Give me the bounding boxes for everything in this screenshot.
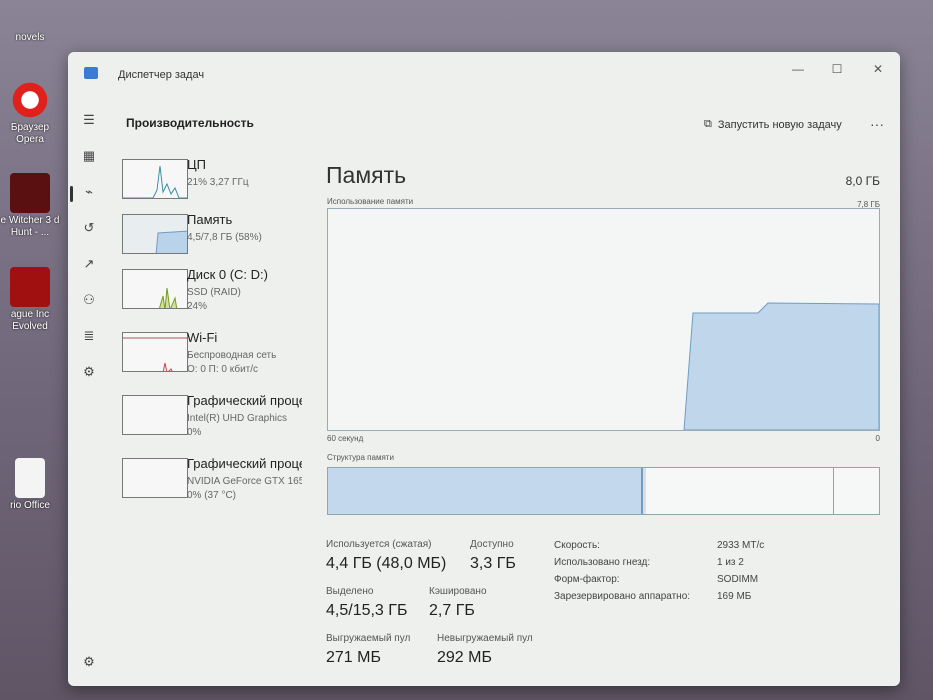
nonpaged-pool-label: Невыгружаемый пул <box>437 633 533 644</box>
gpu0-thumbnail <box>122 395 188 435</box>
prop-key: Зарезервировано аппаратно: <box>554 591 691 602</box>
close-button[interactable]: ✕ <box>866 62 890 76</box>
available-value: 3,3 ГБ <box>470 555 516 572</box>
prop-key: Форм-фактор: <box>554 574 620 585</box>
desktop-icon-label: Браузер Opera <box>10 122 50 145</box>
x-axis-right: 0 <box>875 434 880 443</box>
item-sub: 0% <box>187 427 202 438</box>
services-icon[interactable]: ⚙ <box>80 364 98 380</box>
startup-icon[interactable]: ↗ <box>80 256 98 272</box>
available-label: Доступно <box>470 539 514 550</box>
witcher-icon <box>10 173 50 213</box>
committed-label: Выделено <box>326 586 374 597</box>
wifi-thumbnail <box>122 332 188 372</box>
selection-indicator <box>70 186 73 202</box>
memory-usage-graph <box>327 208 880 431</box>
sidebar-item-wifi[interactable]: Wi-Fi Беспроводная сеть О: 0 П: 0 кбит/с <box>122 330 312 382</box>
item-sub: NVIDIA GeForce GTX 1650 <box>187 476 302 487</box>
hamburger-icon[interactable]: ☰ <box>80 112 98 128</box>
sidebar-item-cpu[interactable]: ЦП 21% 3,27 ГГц <box>122 157 312 209</box>
desktop-icon-opera[interactable]: Браузер Opera <box>0 80 60 146</box>
usage-label: Использование памяти <box>327 197 414 206</box>
desktop-icon-label: rio Office <box>10 500 50 511</box>
details-icon[interactable]: ≣ <box>80 328 98 344</box>
section-title: Производительность <box>126 116 254 130</box>
total-memory: 8,0 ГБ <box>845 174 880 188</box>
page-title: Память <box>326 162 407 188</box>
paged-pool-value: 271 МБ <box>326 649 381 666</box>
desktop-icon-label: novels <box>15 32 45 43</box>
sidebar-item-gpu0[interactable]: Графический процессор 0 Intel(R) UHD Gra… <box>122 393 312 445</box>
app-icon <box>84 67 98 79</box>
file-icon <box>15 458 45 498</box>
prop-value: SODIMM <box>717 574 759 585</box>
prop-value: 1 из 2 <box>717 557 744 568</box>
cached-value: 2,7 ГБ <box>429 602 475 619</box>
users-icon[interactable]: ⚇ <box>80 292 98 308</box>
cpu-thumbnail <box>122 159 188 199</box>
memory-structure-bar <box>327 467 880 515</box>
structure-label: Структура памяти <box>327 453 394 462</box>
maximize-button[interactable]: ☐ <box>825 62 849 76</box>
minimize-button[interactable]: — <box>786 62 810 76</box>
usage-series <box>683 302 880 431</box>
desktop-icon-office[interactable]: rio Office <box>0 458 60 512</box>
desktop-icon-label: e Witcher 3 d Hunt - ... <box>0 215 60 238</box>
item-name: Wi-Fi <box>187 330 218 345</box>
prop-value: 2933 МТ/с <box>717 540 765 551</box>
run-task-label: Запустить новую задачу <box>717 118 842 131</box>
prop-key: Использовано гнезд: <box>554 557 651 568</box>
item-sub: 4,5/7,8 ГБ (58%) <box>187 232 262 243</box>
opera-icon <box>10 80 50 120</box>
processes-icon[interactable]: ▦ <box>80 148 98 164</box>
x-axis-left: 60 секунд <box>327 434 364 443</box>
task-manager-window: Диспетчер задач — ☐ ✕ ☰ ▦ ⌁ ↺ ↗ ⚇ ≣ ⚙ ⚙ … <box>68 52 900 686</box>
performance-icon[interactable]: ⌁ <box>80 184 98 200</box>
prop-key: Скорость: <box>554 540 600 551</box>
item-sub: 24% <box>187 301 208 312</box>
plague-icon <box>10 267 50 307</box>
free-segment <box>834 468 879 514</box>
window-title: Диспетчер задач <box>118 69 205 81</box>
in-use-segment <box>328 468 643 514</box>
item-sub: Intel(R) UHD Graphics <box>187 413 288 424</box>
sidebar-item-gpu1[interactable]: Графический процессор 1 NVIDIA GeForce G… <box>122 456 312 508</box>
item-name: Графический процессор 1 <box>187 456 302 471</box>
item-name: Память <box>187 212 233 227</box>
settings-icon[interactable]: ⚙ <box>80 654 98 670</box>
in-use-value: 4,4 ГБ (48,0 МБ) <box>326 555 447 572</box>
gpu1-thumbnail <box>122 458 188 498</box>
desktop-icon-witcher[interactable]: e Witcher 3 d Hunt - ... <box>0 173 60 239</box>
memory-thumbnail <box>122 214 188 254</box>
in-use-label: Используется (сжатая) <box>326 539 432 550</box>
sidebar-item-disk[interactable]: Диск 0 (C: D:) SSD (RAID) 24% <box>122 267 312 319</box>
item-sub: О: 0 П: 0 кбит/с <box>187 364 259 375</box>
item-sub: 21% 3,27 ГГц <box>187 177 249 188</box>
item-sub: SSD (RAID) <box>187 287 241 298</box>
desktop-icon-label: ague Inc Evolved <box>10 309 50 332</box>
history-icon[interactable]: ↺ <box>80 220 98 236</box>
cached-label: Кэшировано <box>429 586 487 597</box>
committed-value: 4,5/15,3 ГБ <box>326 602 408 619</box>
desktop-icon-plague[interactable]: ague Inc Evolved <box>0 267 60 333</box>
run-new-task-button[interactable]: ⧉ Запустить новую задачу <box>704 118 842 131</box>
paged-pool-label: Выгружаемый пул <box>326 633 411 644</box>
more-button[interactable]: ··· <box>870 116 884 132</box>
item-name: Графический процессор 0 <box>187 393 302 408</box>
nonpaged-pool-value: 292 МБ <box>437 649 492 666</box>
item-sub: 0% (37 °C) <box>187 490 237 501</box>
item-name: Диск 0 (C: D:) <box>187 267 268 282</box>
sidebar-item-memory[interactable]: Память 4,5/7,8 ГБ (58%) <box>122 212 312 264</box>
item-sub: Беспроводная сеть <box>187 350 277 361</box>
disk-thumbnail <box>122 269 188 309</box>
run-task-icon: ⧉ <box>704 118 712 130</box>
item-name: ЦП <box>187 157 206 172</box>
desktop-icon-novels[interactable]: novels <box>0 32 60 44</box>
standby-segment <box>646 468 834 514</box>
prop-value: 169 МБ <box>717 591 752 602</box>
